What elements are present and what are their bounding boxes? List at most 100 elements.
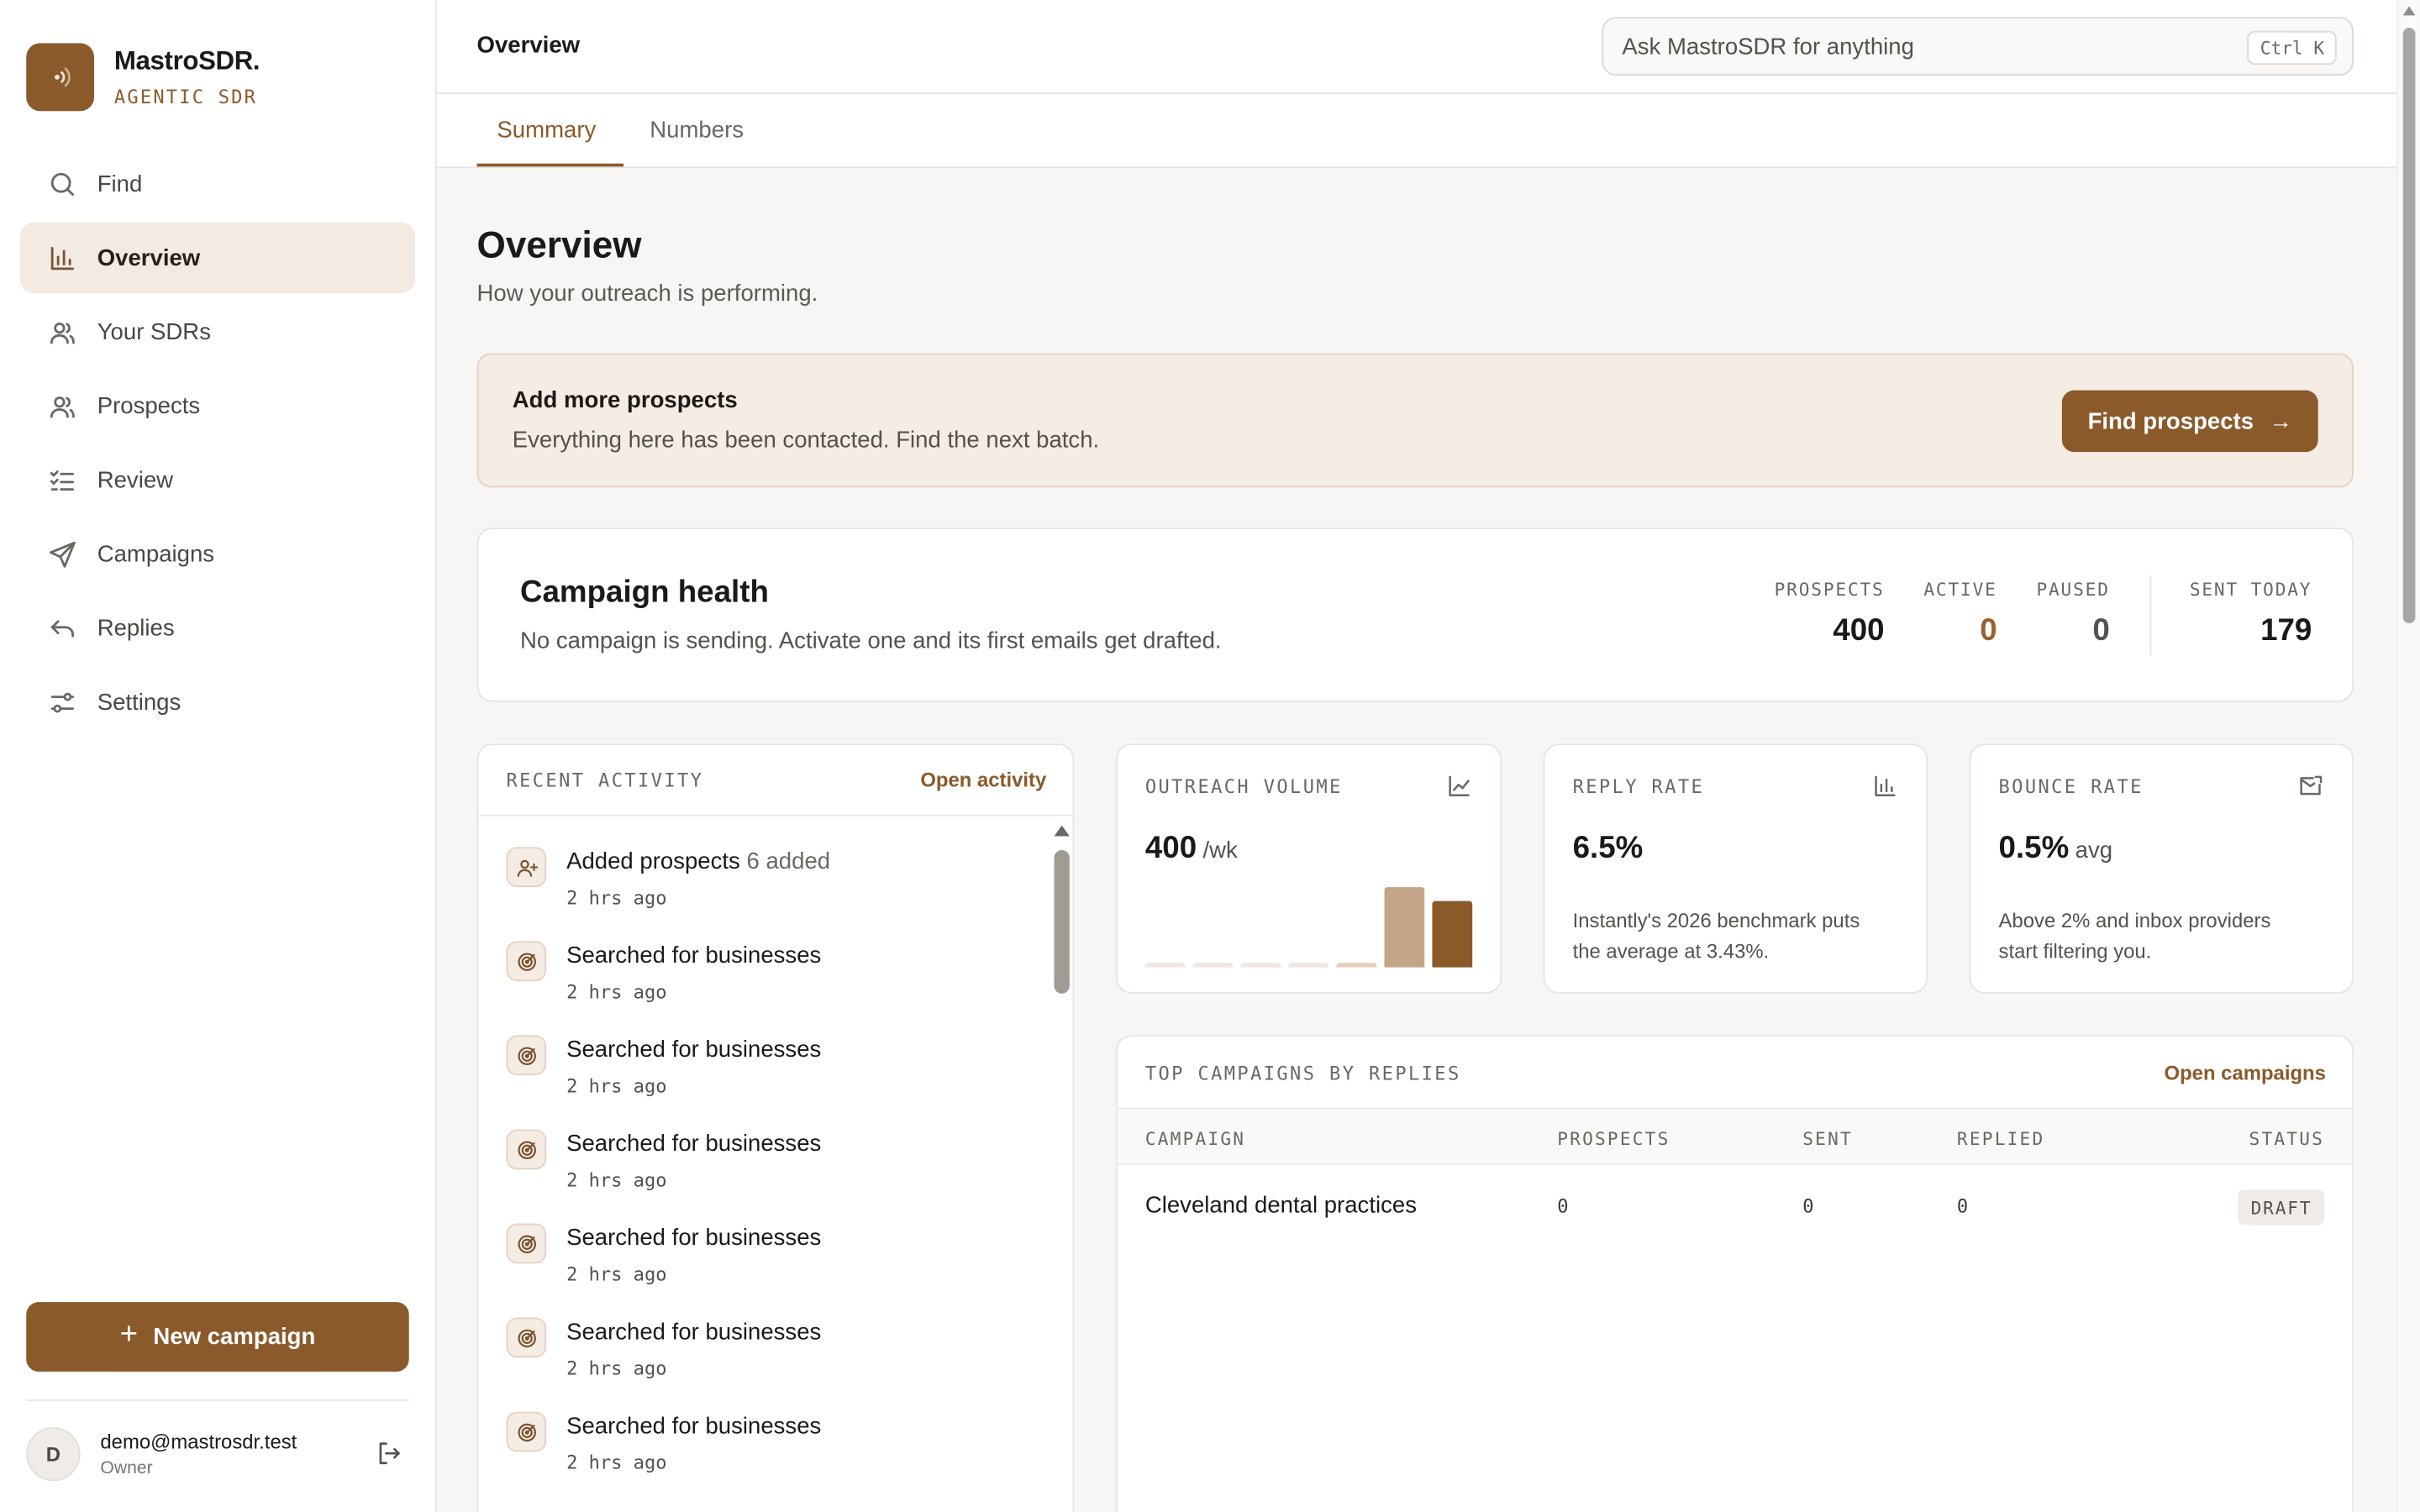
sidebar-item-campaigns[interactable]: Campaigns: [20, 518, 415, 589]
stat-value: 400: [1833, 614, 1885, 648]
activity-title-text: Searched for businesses: [566, 942, 822, 969]
page-scrollbar[interactable]: [2396, 0, 2420, 1512]
column-header[interactable]: CAMPAIGN: [1145, 1128, 1245, 1150]
tab-summary[interactable]: Summary: [497, 118, 596, 144]
new-campaign-button[interactable]: + New campaign: [26, 1302, 409, 1372]
section-label: REPLY RATE: [1572, 775, 1705, 798]
activity-title: Searched for businesses: [566, 1037, 821, 1063]
list-item[interactable]: Searched for businesses 2 hrs ago: [478, 1005, 1072, 1099]
activity-title: Searched for businesses: [566, 1225, 821, 1251]
sidebar-item-your-sdrs[interactable]: Your SDRs: [20, 297, 415, 367]
bounce-rate-card: BOUNCE RATE 0.5% avg Above 2% and inbox p…: [1969, 743, 2354, 994]
app-root: MastroSDR. AGENTIC SDR Find Overview You…: [0, 0, 2420, 1512]
sidebar-divider: [26, 1399, 409, 1401]
page-scroll-thumb[interactable]: [2402, 28, 2416, 624]
activity-title-text: Searched for businesses: [566, 1037, 822, 1063]
top-campaigns-card: TOP CAMPAIGNS BY REPLIES Open campaigns …: [1115, 1035, 2354, 1512]
activity-time: 2 hrs ago: [566, 1075, 667, 1097]
activity-scrollbar[interactable]: [1053, 825, 1071, 1512]
list-item[interactable]: Searched for businesses 2 hrs ago: [478, 1099, 1072, 1193]
list-item[interactable]: Searched for businesses 2 hrs ago: [478, 1287, 1072, 1381]
sidebar-item-label: Review: [97, 466, 174, 493]
stats-divider: [2149, 575, 2152, 656]
stat-label: ACTIVE: [1923, 578, 1997, 601]
line-chart-icon: [1446, 773, 1472, 806]
tab-numbers[interactable]: Numbers: [650, 118, 744, 144]
reply-rate-value: 6.5%: [1572, 831, 1644, 866]
activity-time: 2 hrs ago: [566, 887, 667, 909]
send-icon: [50, 541, 76, 567]
outreach-value: 400: [1144, 831, 1197, 866]
campaign-health-title: Campaign health: [519, 575, 769, 610]
plus-icon: +: [119, 1317, 139, 1352]
mail-icon: [2296, 773, 2324, 806]
column-header[interactable]: STATUS: [2249, 1128, 2325, 1150]
outreach-bar: [1288, 963, 1329, 968]
list-item[interactable]: Searched for businesses 2 hrs ago: [478, 911, 1072, 1005]
activity-title-text: Added prospects: [566, 848, 740, 875]
sidebar-item-find[interactable]: Find: [20, 148, 415, 218]
tab-bar: Summary Numbers: [436, 94, 2397, 169]
campaign-sent: 0: [1802, 1195, 1814, 1218]
new-campaign-label: New campaign: [153, 1323, 316, 1351]
activity-time: 2 hrs ago: [566, 1169, 667, 1191]
campaign-replied: 0: [1956, 1195, 1969, 1218]
activity-time: 2 hrs ago: [566, 1452, 667, 1474]
logout-icon[interactable]: [375, 1440, 402, 1475]
brand-tagline: AGENTIC SDR: [113, 86, 258, 108]
outreach-bar-chart: [1144, 878, 1476, 968]
sidebar-item-settings[interactable]: Settings: [20, 666, 415, 737]
activity-time: 2 hrs ago: [566, 981, 667, 1003]
table-row[interactable]: Cleveland dental practices 0 0 0 DRAFT: [1118, 1165, 2352, 1248]
reply-icon: [50, 619, 74, 637]
scroll-up-arrow-icon[interactable]: [1054, 825, 1070, 837]
find-prospects-button[interactable]: Find prospects →: [2061, 390, 2318, 453]
shortcut-badge: Ctrl K: [2248, 30, 2337, 66]
list-item[interactable]: Searched for businesses 2 hrs ago: [478, 1193, 1072, 1287]
campaign-name[interactable]: Cleveland dental practices: [1145, 1193, 1417, 1219]
sidebar-item-replies[interactable]: Replies: [20, 592, 415, 663]
section-label: OUTREACH VOLUME: [1144, 775, 1343, 798]
recent-activity-header: RECENT ACTIVITY Open activity: [478, 745, 1073, 816]
open-campaigns-link[interactable]: Open campaigns: [2165, 1062, 2326, 1085]
users-icon: [50, 322, 75, 344]
list-item[interactable]: Added prospects 6 added 2 hrs ago: [478, 816, 1072, 911]
banner-text: Everything here has been contacted. Find…: [512, 427, 1100, 454]
banner-title: Add more prospects: [512, 387, 738, 414]
metric-value: 0.5% avg: [1999, 832, 2113, 867]
bar-chart-icon: [50, 246, 74, 270]
sidebar-item-prospects[interactable]: Prospects: [20, 370, 415, 441]
target-icon: [506, 1223, 547, 1264]
sidebar-item-review[interactable]: Review: [20, 444, 415, 515]
scroll-up-arrow-icon[interactable]: [2402, 6, 2416, 16]
table-header: CAMPAIGN PROSPECTS SENT REPLIED STATUS: [1117, 1109, 2353, 1165]
column-header[interactable]: PROSPECTS: [1557, 1128, 1670, 1150]
outreach-bar: [1432, 900, 1473, 968]
open-activity-link[interactable]: Open activity: [920, 769, 1046, 792]
column-header[interactable]: SENT: [1802, 1128, 1853, 1150]
avatar[interactable]: D: [26, 1426, 81, 1482]
topbar-title: Overview: [476, 32, 581, 59]
stat-label: PROSPECTS: [1774, 578, 1885, 601]
checklist-icon: [50, 470, 74, 491]
metric-value: 400/wk: [1145, 832, 1238, 867]
sidebar-item-label: Campaigns: [97, 540, 215, 567]
campaign-health-text: No campaign is sending. Activate one and…: [519, 627, 1222, 654]
scroll-thumb[interactable]: [1054, 850, 1070, 994]
column-header[interactable]: REPLIED: [1957, 1128, 2044, 1150]
activity-list: Added prospects 6 added 2 hrs ago Searched…: [478, 816, 1072, 1475]
bounce-rate-unit: avg: [2075, 837, 2113, 864]
stat-label: SENT TODAY: [2189, 578, 2312, 601]
search-icon: [50, 171, 74, 196]
stat-active: ACTIVE 0: [1923, 579, 1996, 649]
bounce-rate-note: Above 2% and inbox providers start filte…: [1998, 908, 2271, 963]
stat-sent-today: SENT TODAY 179: [2190, 579, 2312, 649]
activity-title-text: Searched for businesses: [566, 1319, 822, 1346]
activity-time: 2 hrs ago: [566, 1357, 667, 1380]
search-input[interactable]: Ask MastroSDR for anything Ctrl K: [1602, 17, 2354, 76]
sidebar-item-label: Overview: [97, 244, 201, 271]
reply-rate-note: Instantly's 2026 benchmark puts the aver…: [1572, 908, 1860, 963]
brand[interactable]: MastroSDR. AGENTIC SDR: [26, 43, 260, 112]
list-item[interactable]: Searched for businesses 2 hrs ago: [478, 1381, 1072, 1475]
sidebar-item-overview[interactable]: Overview: [19, 222, 416, 293]
